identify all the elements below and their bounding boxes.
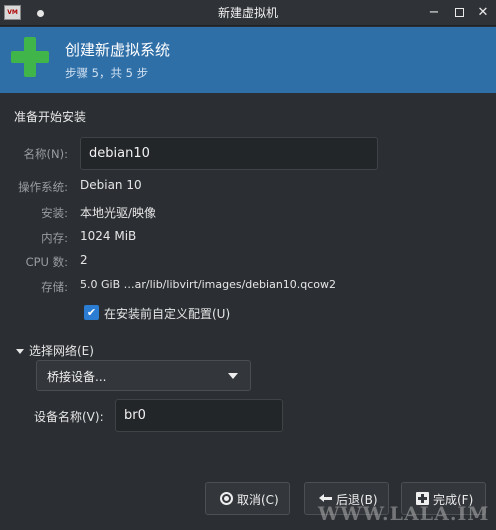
wizard-step: 步骤 5，共 5 步 bbox=[65, 66, 149, 80]
maximize-icon bbox=[454, 8, 464, 17]
storage-value: 5.0 GiB …ar/lib/libvirt/images/debian10.… bbox=[80, 278, 337, 291]
back-arrow-icon bbox=[319, 492, 332, 505]
memory-label: 内存: bbox=[41, 231, 68, 245]
finish-plus-icon bbox=[416, 492, 429, 505]
device-name-label: 设备名称(V): bbox=[34, 410, 104, 424]
os-value: Debian 10 bbox=[80, 178, 142, 192]
window-title: 新建虚拟机 bbox=[217, 6, 278, 20]
cancel-label: 取消(C) bbox=[237, 493, 279, 507]
customize-label[interactable]: 在安装前自定义配置(U) bbox=[104, 305, 230, 322]
cpu-label: CPU 数: bbox=[25, 255, 68, 269]
name-label: 名称(N): bbox=[23, 147, 68, 161]
plus-icon bbox=[11, 37, 49, 77]
maximize-button[interactable] bbox=[451, 5, 467, 21]
network-expander-label: 选择网络(E) bbox=[29, 344, 94, 358]
back-label: 后退(B) bbox=[336, 493, 378, 507]
chevron-down-icon bbox=[228, 373, 238, 379]
customize-checkbox[interactable]: ✔ bbox=[84, 305, 99, 320]
cancel-icon bbox=[220, 492, 233, 505]
install-value: 本地光驱/映像 bbox=[80, 206, 157, 220]
cancel-button[interactable]: 取消(C) bbox=[205, 482, 290, 515]
network-source-value: 桥接设备... bbox=[47, 370, 107, 384]
os-label: 操作系统: bbox=[18, 180, 68, 194]
network-expander[interactable]: 选择网络(E) bbox=[16, 342, 94, 358]
wizard-title: 创建新虚拟系统 bbox=[65, 41, 171, 59]
cpu-value: 2 bbox=[80, 253, 88, 267]
section-title: 准备开始安装 bbox=[14, 110, 87, 124]
storage-label: 存储: bbox=[41, 280, 68, 294]
finish-button[interactable]: 完成(F) bbox=[401, 482, 486, 515]
memory-value: 1024 MiB bbox=[80, 229, 137, 243]
name-input[interactable]: debian10 bbox=[80, 137, 378, 170]
install-label: 安装: bbox=[41, 206, 68, 220]
finish-label: 完成(F) bbox=[433, 493, 474, 507]
network-source-select[interactable]: 桥接设备... bbox=[36, 360, 251, 391]
back-button[interactable]: 后退(B) bbox=[304, 482, 389, 515]
close-button[interactable]: ✕ bbox=[475, 5, 491, 21]
title-bar: VM 新建虚拟机 − ✕ bbox=[0, 0, 496, 26]
expander-arrow-icon bbox=[16, 349, 24, 354]
minimize-button[interactable]: − bbox=[426, 5, 442, 21]
device-name-input[interactable]: br0 bbox=[115, 399, 283, 432]
wizard-banner: 创建新虚拟系统 步骤 5，共 5 步 bbox=[0, 27, 496, 93]
